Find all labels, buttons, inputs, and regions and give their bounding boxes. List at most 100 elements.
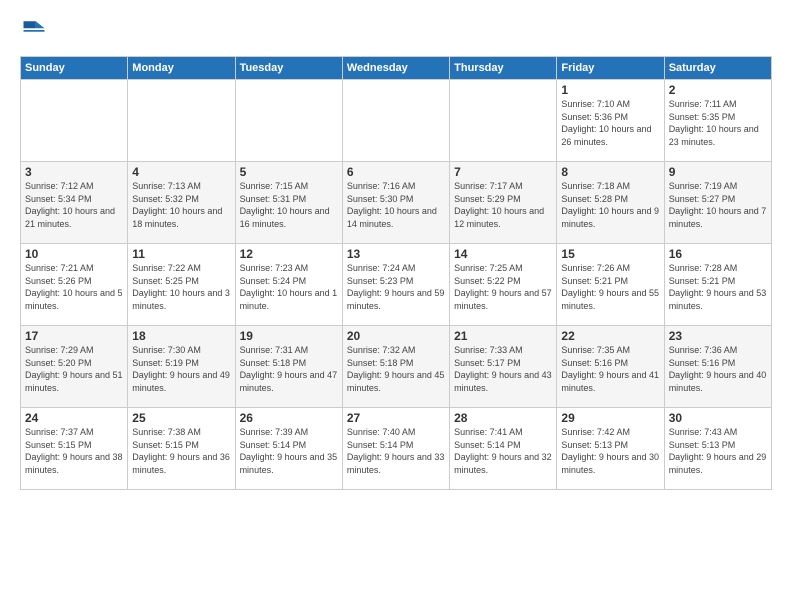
day-info: Sunrise: 7:10 AM Sunset: 5:36 PM Dayligh… — [561, 98, 659, 148]
day-number: 7 — [454, 165, 552, 179]
calendar-day-cell — [235, 80, 342, 162]
day-info: Sunrise: 7:26 AM Sunset: 5:21 PM Dayligh… — [561, 262, 659, 312]
calendar-day-cell: 16Sunrise: 7:28 AM Sunset: 5:21 PM Dayli… — [664, 244, 771, 326]
calendar-day-cell — [21, 80, 128, 162]
day-of-week-header: Monday — [128, 57, 235, 80]
day-of-week-header: Sunday — [21, 57, 128, 80]
calendar-day-cell: 2Sunrise: 7:11 AM Sunset: 5:35 PM Daylig… — [664, 80, 771, 162]
calendar-table: SundayMondayTuesdayWednesdayThursdayFrid… — [20, 56, 772, 490]
calendar-day-cell: 11Sunrise: 7:22 AM Sunset: 5:25 PM Dayli… — [128, 244, 235, 326]
calendar-day-cell: 5Sunrise: 7:15 AM Sunset: 5:31 PM Daylig… — [235, 162, 342, 244]
calendar-day-cell — [342, 80, 449, 162]
calendar-day-cell: 29Sunrise: 7:42 AM Sunset: 5:13 PM Dayli… — [557, 408, 664, 490]
calendar-day-cell: 22Sunrise: 7:35 AM Sunset: 5:16 PM Dayli… — [557, 326, 664, 408]
calendar-day-cell: 3Sunrise: 7:12 AM Sunset: 5:34 PM Daylig… — [21, 162, 128, 244]
day-number: 11 — [132, 247, 230, 261]
day-info: Sunrise: 7:22 AM Sunset: 5:25 PM Dayligh… — [132, 262, 230, 312]
calendar-day-cell: 18Sunrise: 7:30 AM Sunset: 5:19 PM Dayli… — [128, 326, 235, 408]
calendar-day-cell: 7Sunrise: 7:17 AM Sunset: 5:29 PM Daylig… — [450, 162, 557, 244]
day-info: Sunrise: 7:32 AM Sunset: 5:18 PM Dayligh… — [347, 344, 445, 394]
day-info: Sunrise: 7:21 AM Sunset: 5:26 PM Dayligh… — [25, 262, 123, 312]
day-of-week-header: Wednesday — [342, 57, 449, 80]
calendar-day-cell: 17Sunrise: 7:29 AM Sunset: 5:20 PM Dayli… — [21, 326, 128, 408]
day-of-week-header: Thursday — [450, 57, 557, 80]
day-number: 28 — [454, 411, 552, 425]
calendar-body: 1Sunrise: 7:10 AM Sunset: 5:36 PM Daylig… — [21, 80, 772, 490]
day-info: Sunrise: 7:15 AM Sunset: 5:31 PM Dayligh… — [240, 180, 338, 230]
calendar-day-cell: 26Sunrise: 7:39 AM Sunset: 5:14 PM Dayli… — [235, 408, 342, 490]
header — [20, 16, 772, 44]
day-number: 21 — [454, 329, 552, 343]
day-number: 19 — [240, 329, 338, 343]
calendar-day-cell: 4Sunrise: 7:13 AM Sunset: 5:32 PM Daylig… — [128, 162, 235, 244]
calendar-week-row: 1Sunrise: 7:10 AM Sunset: 5:36 PM Daylig… — [21, 80, 772, 162]
day-number: 6 — [347, 165, 445, 179]
calendar-day-cell: 9Sunrise: 7:19 AM Sunset: 5:27 PM Daylig… — [664, 162, 771, 244]
day-info: Sunrise: 7:25 AM Sunset: 5:22 PM Dayligh… — [454, 262, 552, 312]
day-info: Sunrise: 7:29 AM Sunset: 5:20 PM Dayligh… — [25, 344, 123, 394]
day-number: 27 — [347, 411, 445, 425]
calendar-day-cell: 25Sunrise: 7:38 AM Sunset: 5:15 PM Dayli… — [128, 408, 235, 490]
day-of-week-header: Tuesday — [235, 57, 342, 80]
day-number: 9 — [669, 165, 767, 179]
calendar-header-row: SundayMondayTuesdayWednesdayThursdayFrid… — [21, 57, 772, 80]
day-info: Sunrise: 7:23 AM Sunset: 5:24 PM Dayligh… — [240, 262, 338, 312]
day-info: Sunrise: 7:28 AM Sunset: 5:21 PM Dayligh… — [669, 262, 767, 312]
calendar-day-cell: 21Sunrise: 7:33 AM Sunset: 5:17 PM Dayli… — [450, 326, 557, 408]
day-number: 24 — [25, 411, 123, 425]
day-info: Sunrise: 7:42 AM Sunset: 5:13 PM Dayligh… — [561, 426, 659, 476]
day-info: Sunrise: 7:36 AM Sunset: 5:16 PM Dayligh… — [669, 344, 767, 394]
day-info: Sunrise: 7:11 AM Sunset: 5:35 PM Dayligh… — [669, 98, 767, 148]
calendar-day-cell: 28Sunrise: 7:41 AM Sunset: 5:14 PM Dayli… — [450, 408, 557, 490]
day-info: Sunrise: 7:16 AM Sunset: 5:30 PM Dayligh… — [347, 180, 445, 230]
day-number: 22 — [561, 329, 659, 343]
day-info: Sunrise: 7:31 AM Sunset: 5:18 PM Dayligh… — [240, 344, 338, 394]
day-info: Sunrise: 7:13 AM Sunset: 5:32 PM Dayligh… — [132, 180, 230, 230]
day-number: 8 — [561, 165, 659, 179]
day-info: Sunrise: 7:30 AM Sunset: 5:19 PM Dayligh… — [132, 344, 230, 394]
calendar-week-row: 10Sunrise: 7:21 AM Sunset: 5:26 PM Dayli… — [21, 244, 772, 326]
day-number: 13 — [347, 247, 445, 261]
calendar-day-cell — [128, 80, 235, 162]
day-info: Sunrise: 7:43 AM Sunset: 5:13 PM Dayligh… — [669, 426, 767, 476]
day-info: Sunrise: 7:33 AM Sunset: 5:17 PM Dayligh… — [454, 344, 552, 394]
day-info: Sunrise: 7:40 AM Sunset: 5:14 PM Dayligh… — [347, 426, 445, 476]
day-number: 18 — [132, 329, 230, 343]
day-number: 12 — [240, 247, 338, 261]
calendar-day-cell: 15Sunrise: 7:26 AM Sunset: 5:21 PM Dayli… — [557, 244, 664, 326]
day-info: Sunrise: 7:24 AM Sunset: 5:23 PM Dayligh… — [347, 262, 445, 312]
calendar-day-cell: 19Sunrise: 7:31 AM Sunset: 5:18 PM Dayli… — [235, 326, 342, 408]
day-info: Sunrise: 7:37 AM Sunset: 5:15 PM Dayligh… — [25, 426, 123, 476]
day-number: 1 — [561, 83, 659, 97]
day-number: 29 — [561, 411, 659, 425]
calendar-day-cell — [450, 80, 557, 162]
day-number: 2 — [669, 83, 767, 97]
day-number: 4 — [132, 165, 230, 179]
day-number: 3 — [25, 165, 123, 179]
day-number: 25 — [132, 411, 230, 425]
calendar-week-row: 24Sunrise: 7:37 AM Sunset: 5:15 PM Dayli… — [21, 408, 772, 490]
day-info: Sunrise: 7:41 AM Sunset: 5:14 PM Dayligh… — [454, 426, 552, 476]
calendar-day-cell: 14Sunrise: 7:25 AM Sunset: 5:22 PM Dayli… — [450, 244, 557, 326]
day-info: Sunrise: 7:39 AM Sunset: 5:14 PM Dayligh… — [240, 426, 338, 476]
calendar-day-cell: 20Sunrise: 7:32 AM Sunset: 5:18 PM Dayli… — [342, 326, 449, 408]
calendar-day-cell: 23Sunrise: 7:36 AM Sunset: 5:16 PM Dayli… — [664, 326, 771, 408]
calendar-day-cell: 13Sunrise: 7:24 AM Sunset: 5:23 PM Dayli… — [342, 244, 449, 326]
calendar-day-cell: 8Sunrise: 7:18 AM Sunset: 5:28 PM Daylig… — [557, 162, 664, 244]
calendar-day-cell: 27Sunrise: 7:40 AM Sunset: 5:14 PM Dayli… — [342, 408, 449, 490]
day-of-week-header: Saturday — [664, 57, 771, 80]
day-number: 16 — [669, 247, 767, 261]
page: SundayMondayTuesdayWednesdayThursdayFrid… — [0, 0, 792, 500]
day-info: Sunrise: 7:17 AM Sunset: 5:29 PM Dayligh… — [454, 180, 552, 230]
calendar-day-cell: 30Sunrise: 7:43 AM Sunset: 5:13 PM Dayli… — [664, 408, 771, 490]
day-number: 26 — [240, 411, 338, 425]
logo — [20, 16, 52, 44]
day-number: 20 — [347, 329, 445, 343]
day-info: Sunrise: 7:19 AM Sunset: 5:27 PM Dayligh… — [669, 180, 767, 230]
calendar-day-cell: 1Sunrise: 7:10 AM Sunset: 5:36 PM Daylig… — [557, 80, 664, 162]
day-of-week-header: Friday — [557, 57, 664, 80]
calendar-day-cell: 24Sunrise: 7:37 AM Sunset: 5:15 PM Dayli… — [21, 408, 128, 490]
calendar-day-cell: 6Sunrise: 7:16 AM Sunset: 5:30 PM Daylig… — [342, 162, 449, 244]
calendar-day-cell: 12Sunrise: 7:23 AM Sunset: 5:24 PM Dayli… — [235, 244, 342, 326]
day-number: 14 — [454, 247, 552, 261]
